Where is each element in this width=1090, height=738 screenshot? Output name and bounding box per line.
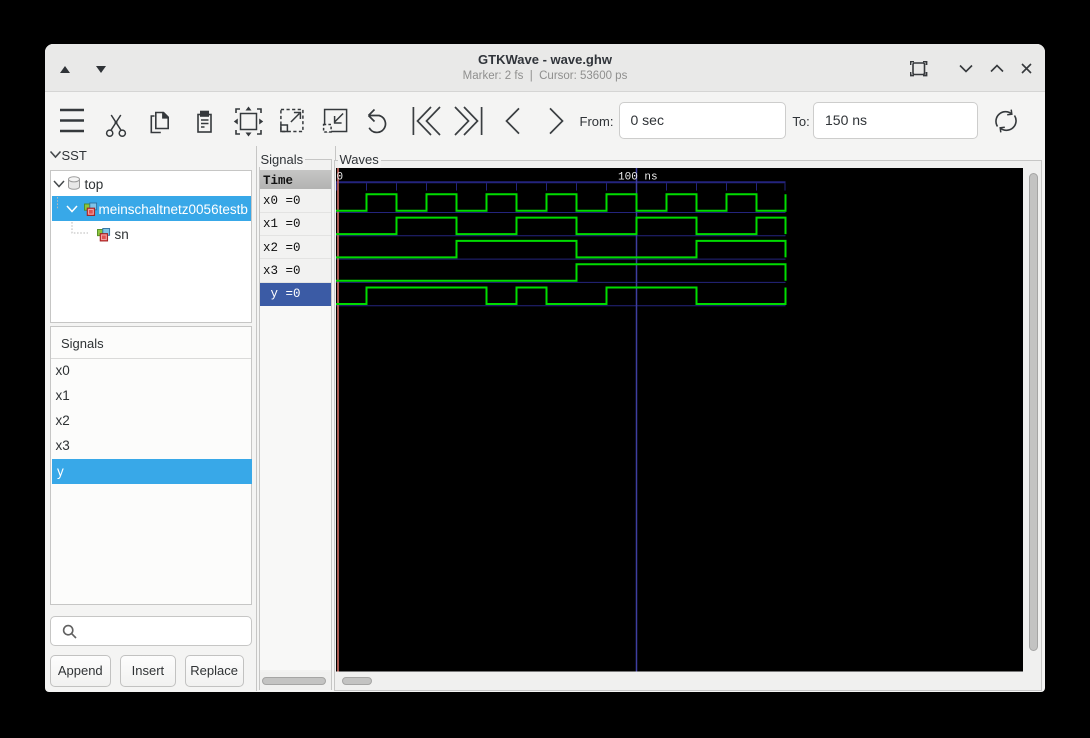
svg-text:100 ns: 100 ns bbox=[618, 172, 658, 184]
svg-text:0: 0 bbox=[337, 172, 344, 184]
